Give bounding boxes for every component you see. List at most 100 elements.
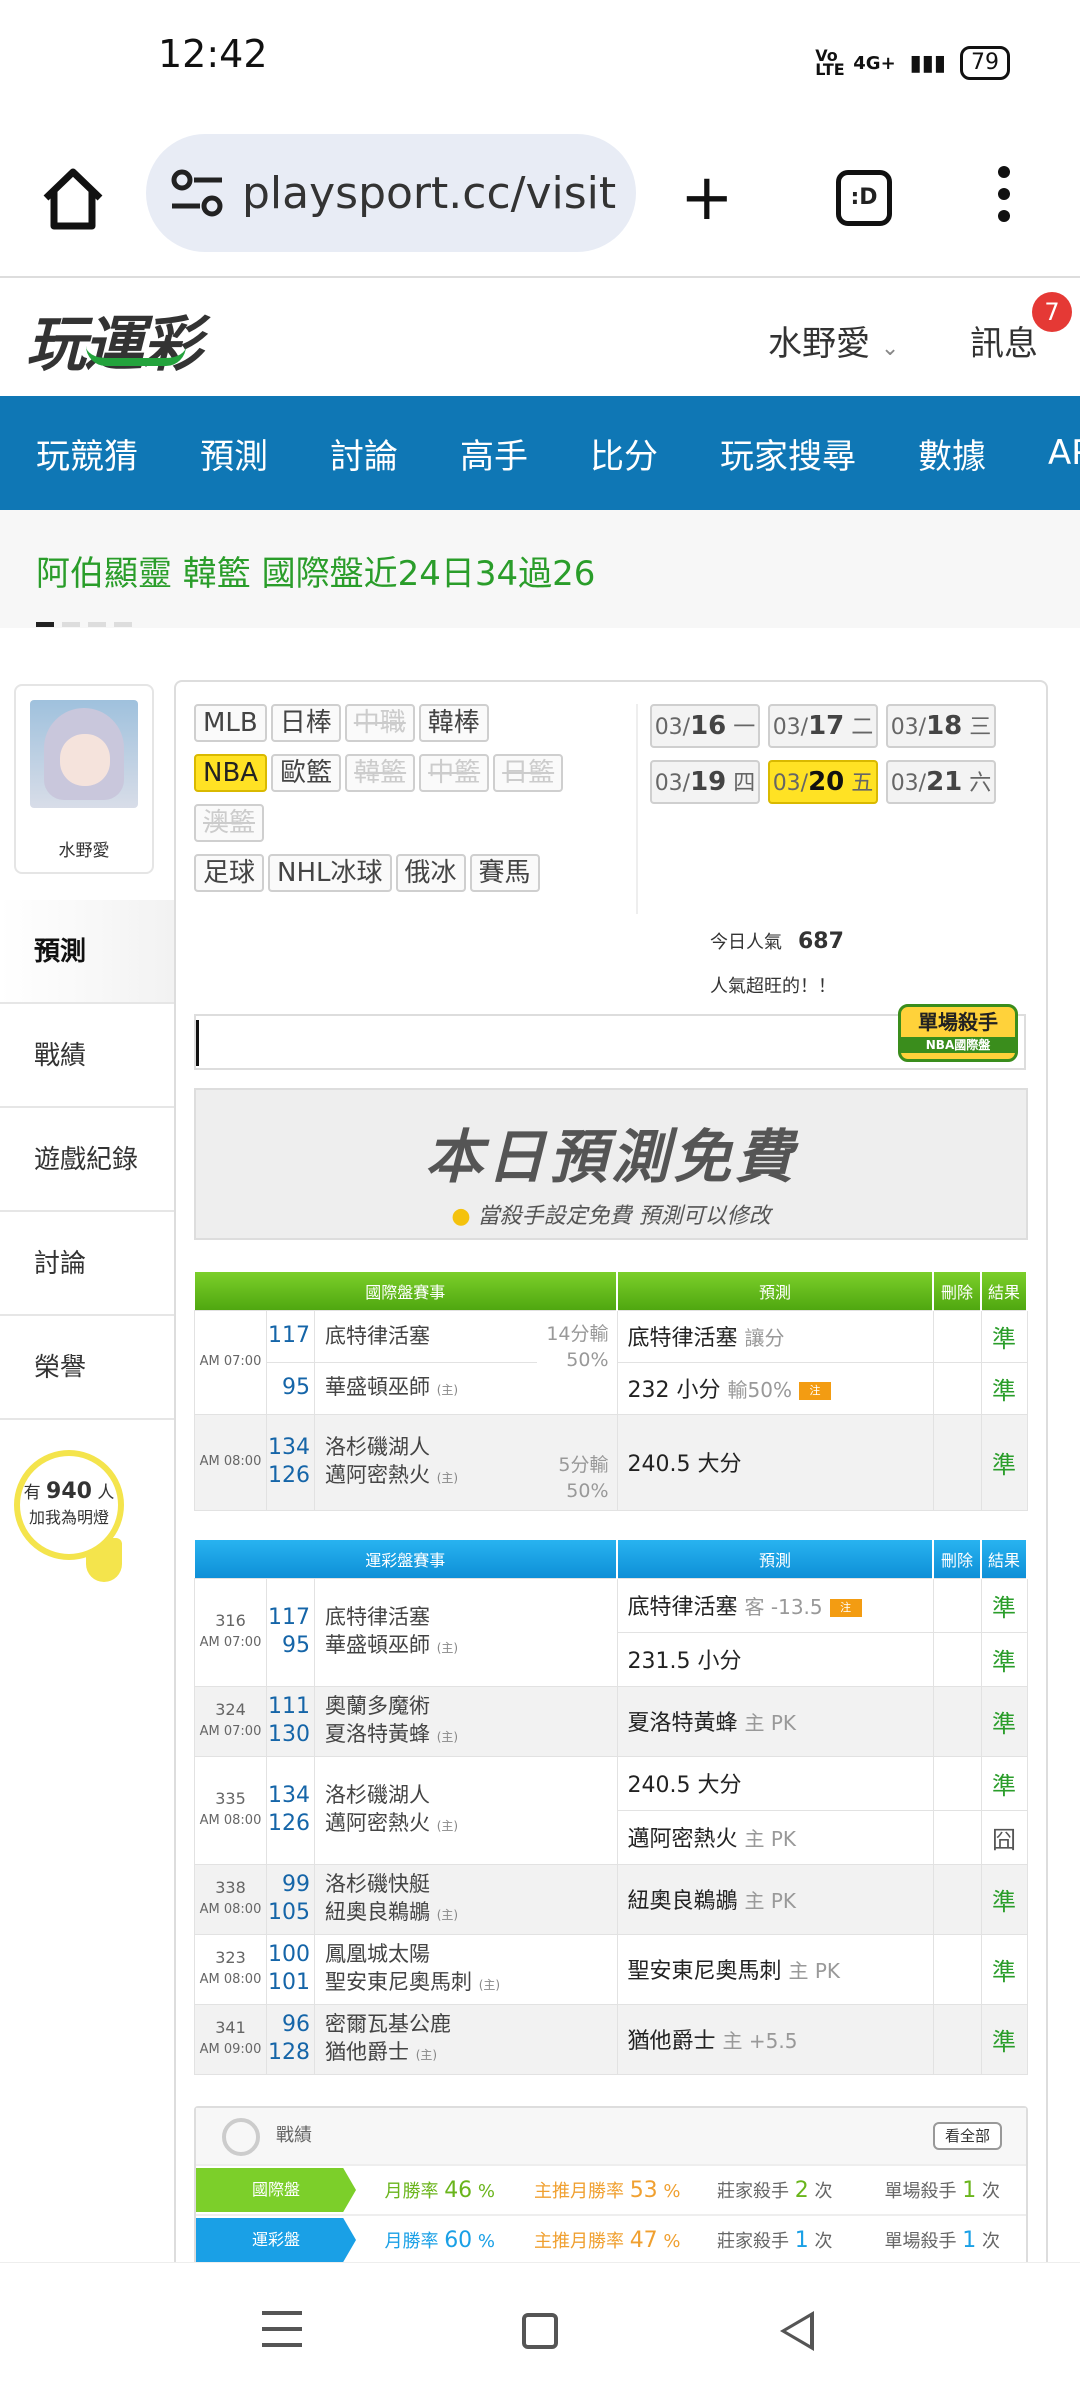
date-button[interactable]: 03/18 三 xyxy=(886,704,996,748)
prediction-type: 主 PK xyxy=(744,1889,797,1913)
monthly-win-rate: 46 xyxy=(444,2178,473,2203)
clock: 12:42 xyxy=(158,32,268,76)
status-icons: Vo LTE 4G+ ▮▮▮ 79 xyxy=(815,46,1010,80)
nav-item[interactable]: 高手 xyxy=(460,429,528,478)
nav-item[interactable]: 數據 xyxy=(918,429,986,478)
single-game-killer-badge: 單場殺手 NBA國際盤 xyxy=(898,1004,1018,1062)
home-button-icon[interactable] xyxy=(522,2313,558,2349)
prediction-type: 主 PK xyxy=(744,1827,797,1851)
bulb-suffix: 人 xyxy=(97,1483,115,1503)
delete-cell xyxy=(932,2003,982,2075)
handicap-pct: 50% xyxy=(566,1348,609,1371)
profile-card[interactable]: 水野愛 xyxy=(14,684,154,874)
sidebar-item-predictions[interactable]: 預測 xyxy=(0,900,174,1004)
delete-cell xyxy=(932,1413,982,1511)
sport-tag[interactable]: 賽馬 xyxy=(469,854,540,892)
date-button[interactable]: 03/16 一 xyxy=(650,704,760,748)
tw-lottery-prediction-table: 運彩盤賽事 預測 刪除 結果 316 AM 07:00 117 95 底特律活塞 華盛… xyxy=(194,1540,1028,2075)
bulb-count: 940 xyxy=(46,1479,92,1504)
away-score: 117 xyxy=(268,1605,310,1630)
avatar xyxy=(30,700,138,808)
date-button[interactable]: 03/21 六 xyxy=(886,760,996,804)
record-row-label: 運彩盤 xyxy=(196,2218,356,2262)
more-menu-icon[interactable] xyxy=(998,166,1012,232)
site-settings-icon[interactable] xyxy=(168,164,226,222)
sport-tag[interactable]: 歐籃 xyxy=(271,754,342,792)
game-time: AM 08:00 xyxy=(194,1413,267,1511)
date-picker: 03/16 一 03/17 二 03/18 三 03/19 四 03/20 五 03/2… xyxy=(636,704,1046,914)
delete-cell xyxy=(932,1631,982,1687)
sport-tag[interactable]: 俄冰 xyxy=(395,854,466,892)
sport-tag-selected[interactable]: NBA xyxy=(194,754,268,792)
prediction-pick: 紐奧良鵜鶘 xyxy=(627,1889,738,1914)
view-all-button[interactable]: 看全部 xyxy=(932,2122,1002,2150)
sport-tag[interactable]: MLB xyxy=(194,704,267,742)
prediction-type: 客 -13.5 xyxy=(744,1595,823,1619)
record-row-label: 國際盤 xyxy=(196,2168,356,2212)
away-score: 117 xyxy=(266,1309,315,1363)
nav-item[interactable]: 玩競猜 xyxy=(36,429,138,478)
game-number: 316 xyxy=(215,1611,246,1630)
away-score: 134 xyxy=(268,1783,310,1808)
back-icon[interactable] xyxy=(780,2311,814,2351)
col-header: 結果 xyxy=(981,1540,1028,1578)
sidebar-item-record[interactable]: 戰績 xyxy=(0,1004,174,1108)
browser-toolbar: playsport.cc/visit + :D xyxy=(0,130,1080,278)
prediction-pick: 232 小分 xyxy=(627,1378,721,1403)
site-logo[interactable]: 玩運彩 xyxy=(26,296,202,383)
home-team: 邁阿密熱火 xyxy=(325,1810,430,1835)
address-bar[interactable]: playsport.cc/visit xyxy=(146,134,636,252)
free-prediction-banner: 本日預測免費 ● 當殺手設定免費 預測可以修改 xyxy=(194,1088,1028,1240)
prediction-pick: 聖安東尼奧馬刺 xyxy=(627,1959,782,1984)
home-team: 猶他爵士 xyxy=(325,2039,409,2064)
result-mark: 準 xyxy=(980,1631,1028,1687)
recent-apps-icon[interactable] xyxy=(262,2311,302,2359)
sport-tag[interactable]: 足球 xyxy=(194,854,265,892)
col-header: 預測 xyxy=(617,1272,934,1310)
away-team: 洛杉磯湖人 xyxy=(325,1782,430,1807)
sport-tag[interactable]: NHL冰球 xyxy=(268,854,392,892)
away-score: 99 xyxy=(282,1872,310,1897)
nav-item[interactable]: APP xyxy=(1048,433,1080,473)
delete-cell xyxy=(932,1933,982,2005)
delete-cell xyxy=(932,1577,982,1633)
bulb-prefix: 有 xyxy=(23,1483,41,1503)
messages-link[interactable]: 訊息 xyxy=(970,316,1038,365)
sidebar-item-discussion[interactable]: 討論 xyxy=(0,1212,174,1316)
delete-cell xyxy=(932,1361,982,1415)
nav-item[interactable]: 玩家搜尋 xyxy=(720,429,856,478)
date-button-selected[interactable]: 03/20 五 xyxy=(768,760,878,804)
home-marker: (主) xyxy=(478,1977,501,1992)
sidebar-item-game-log[interactable]: 遊戲紀錄 xyxy=(0,1108,174,1212)
volte-icon: Vo LTE xyxy=(815,46,845,79)
table-row: 316 AM 07:00 117 95 底特律活塞 華盛頓巫師 (主) 底特律活塞 客… xyxy=(194,1577,1028,1687)
date-button[interactable]: 03/19 四 xyxy=(650,760,760,804)
lightbulb-button[interactable]: 有 940 人 加我為明燈 xyxy=(14,1450,124,1560)
table-row: 324 AM 07:00 111 130 奧蘭多魔術 夏洛特黃蜂 (主) 夏洛特黃蜂 … xyxy=(194,1685,1028,1757)
marquee-text[interactable]: 阿伯顯靈 韓籃 國際盤近24日34過26 xyxy=(36,546,595,595)
nav-item[interactable]: 預測 xyxy=(200,429,268,478)
sidebar-item-honors[interactable]: 榮譽 xyxy=(0,1316,174,1420)
nav-item[interactable]: 討論 xyxy=(330,429,398,478)
main-nav: 玩競猜 預測 討論 高手 比分 玩家搜尋 數據 APP xyxy=(0,396,1080,510)
main-pick-badge: 注 xyxy=(829,1599,862,1617)
prediction-panel: MLB 日棒 中職 韓棒 NBA 歐籃 韓籃 中籃 日籃 澳籃 足球 NHL冰球 俄冰 賽馬 03/… xyxy=(174,680,1048,2286)
signal-icon: ▮▮▮ xyxy=(909,50,946,76)
delete-cell xyxy=(932,1309,982,1363)
game-time: AM 08:00 xyxy=(199,1813,262,1828)
user-menu[interactable]: 水野愛 ⌄ xyxy=(768,316,899,365)
date-button[interactable]: 03/17 二 xyxy=(768,704,878,748)
tab-switcher-button[interactable]: :D xyxy=(836,170,892,226)
new-tab-icon[interactable]: + xyxy=(680,166,734,230)
game-time: AM 08:00 xyxy=(199,1972,262,1987)
prediction-type: 輸50% xyxy=(727,1378,792,1402)
nav-item[interactable]: 比分 xyxy=(590,429,658,478)
home-marker: (主) xyxy=(436,1818,459,1833)
profile-menu: 預測 戰績 遊戲紀錄 討論 榮譽 xyxy=(0,900,174,1420)
home-icon[interactable] xyxy=(38,164,108,234)
result-mark: 準 xyxy=(980,1413,1028,1511)
away-team: 洛杉磯快艇 xyxy=(325,1871,430,1896)
sport-tag[interactable]: 韓棒 xyxy=(418,704,489,742)
sport-tag[interactable]: 日棒 xyxy=(270,704,341,742)
home-team: 夏洛特黃蜂 xyxy=(325,1721,430,1746)
